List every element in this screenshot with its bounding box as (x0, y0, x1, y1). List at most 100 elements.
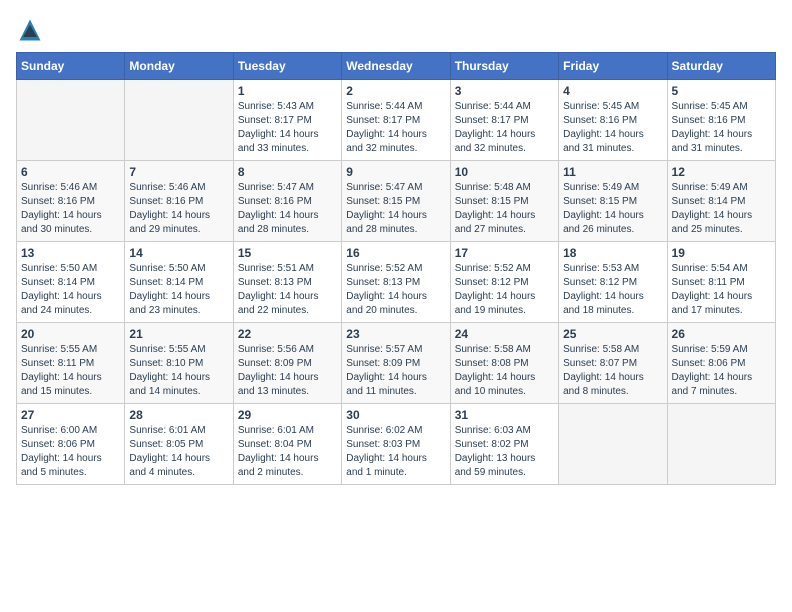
calendar-cell (667, 404, 775, 485)
day-number: 28 (129, 408, 228, 422)
calendar-cell: 27 Sunrise: 6:00 AMSunset: 8:06 PMDaylig… (17, 404, 125, 485)
weekday-header: Friday (559, 53, 667, 80)
day-info: Sunrise: 5:54 AMSunset: 8:11 PMDaylight:… (672, 262, 771, 318)
day-info: Sunrise: 5:50 AMSunset: 8:14 PMDaylight:… (129, 262, 228, 318)
day-number: 14 (129, 246, 228, 260)
day-number: 29 (238, 408, 337, 422)
day-number: 4 (563, 84, 662, 98)
calendar-cell: 6 Sunrise: 5:46 AMSunset: 8:16 PMDayligh… (17, 161, 125, 242)
day-number: 25 (563, 327, 662, 341)
day-info: Sunrise: 5:46 AMSunset: 8:16 PMDaylight:… (21, 181, 120, 237)
calendar-cell (125, 80, 233, 161)
day-info: Sunrise: 5:58 AMSunset: 8:07 PMDaylight:… (563, 343, 662, 399)
day-info: Sunrise: 5:47 AMSunset: 8:16 PMDaylight:… (238, 181, 337, 237)
day-info: Sunrise: 5:44 AMSunset: 8:17 PMDaylight:… (455, 100, 554, 156)
calendar-cell: 23 Sunrise: 5:57 AMSunset: 8:09 PMDaylig… (342, 323, 450, 404)
calendar-cell: 25 Sunrise: 5:58 AMSunset: 8:07 PMDaylig… (559, 323, 667, 404)
calendar-cell: 2 Sunrise: 5:44 AMSunset: 8:17 PMDayligh… (342, 80, 450, 161)
day-info: Sunrise: 5:57 AMSunset: 8:09 PMDaylight:… (346, 343, 445, 399)
calendar-cell: 30 Sunrise: 6:02 AMSunset: 8:03 PMDaylig… (342, 404, 450, 485)
day-number: 21 (129, 327, 228, 341)
calendar-week-row: 13 Sunrise: 5:50 AMSunset: 8:14 PMDaylig… (17, 242, 776, 323)
page-header (16, 16, 776, 44)
calendar-cell: 31 Sunrise: 6:03 AMSunset: 8:02 PMDaylig… (450, 404, 558, 485)
calendar-cell: 29 Sunrise: 6:01 AMSunset: 8:04 PMDaylig… (233, 404, 341, 485)
logo (16, 16, 48, 44)
day-info: Sunrise: 5:59 AMSunset: 8:06 PMDaylight:… (672, 343, 771, 399)
day-info: Sunrise: 5:45 AMSunset: 8:16 PMDaylight:… (672, 100, 771, 156)
calendar-cell: 18 Sunrise: 5:53 AMSunset: 8:12 PMDaylig… (559, 242, 667, 323)
day-info: Sunrise: 5:49 AMSunset: 8:15 PMDaylight:… (563, 181, 662, 237)
calendar-cell: 15 Sunrise: 5:51 AMSunset: 8:13 PMDaylig… (233, 242, 341, 323)
day-number: 24 (455, 327, 554, 341)
day-info: Sunrise: 5:43 AMSunset: 8:17 PMDaylight:… (238, 100, 337, 156)
day-info: Sunrise: 5:53 AMSunset: 8:12 PMDaylight:… (563, 262, 662, 318)
calendar-cell: 24 Sunrise: 5:58 AMSunset: 8:08 PMDaylig… (450, 323, 558, 404)
calendar-cell: 16 Sunrise: 5:52 AMSunset: 8:13 PMDaylig… (342, 242, 450, 323)
weekday-header-row: SundayMondayTuesdayWednesdayThursdayFrid… (17, 53, 776, 80)
calendar-cell: 26 Sunrise: 5:59 AMSunset: 8:06 PMDaylig… (667, 323, 775, 404)
calendar-cell: 1 Sunrise: 5:43 AMSunset: 8:17 PMDayligh… (233, 80, 341, 161)
day-number: 19 (672, 246, 771, 260)
day-info: Sunrise: 5:49 AMSunset: 8:14 PMDaylight:… (672, 181, 771, 237)
calendar-week-row: 20 Sunrise: 5:55 AMSunset: 8:11 PMDaylig… (17, 323, 776, 404)
day-info: Sunrise: 5:56 AMSunset: 8:09 PMDaylight:… (238, 343, 337, 399)
calendar-cell: 11 Sunrise: 5:49 AMSunset: 8:15 PMDaylig… (559, 161, 667, 242)
calendar-cell: 7 Sunrise: 5:46 AMSunset: 8:16 PMDayligh… (125, 161, 233, 242)
day-info: Sunrise: 5:45 AMSunset: 8:16 PMDaylight:… (563, 100, 662, 156)
day-info: Sunrise: 6:02 AMSunset: 8:03 PMDaylight:… (346, 424, 445, 480)
day-number: 31 (455, 408, 554, 422)
day-number: 18 (563, 246, 662, 260)
day-number: 26 (672, 327, 771, 341)
day-number: 30 (346, 408, 445, 422)
calendar-week-row: 1 Sunrise: 5:43 AMSunset: 8:17 PMDayligh… (17, 80, 776, 161)
calendar-cell: 20 Sunrise: 5:55 AMSunset: 8:11 PMDaylig… (17, 323, 125, 404)
calendar-week-row: 6 Sunrise: 5:46 AMSunset: 8:16 PMDayligh… (17, 161, 776, 242)
day-info: Sunrise: 6:00 AMSunset: 8:06 PMDaylight:… (21, 424, 120, 480)
calendar-cell: 22 Sunrise: 5:56 AMSunset: 8:09 PMDaylig… (233, 323, 341, 404)
day-number: 1 (238, 84, 337, 98)
calendar-cell: 21 Sunrise: 5:55 AMSunset: 8:10 PMDaylig… (125, 323, 233, 404)
day-number: 5 (672, 84, 771, 98)
day-info: Sunrise: 6:01 AMSunset: 8:05 PMDaylight:… (129, 424, 228, 480)
day-info: Sunrise: 5:50 AMSunset: 8:14 PMDaylight:… (21, 262, 120, 318)
calendar-cell: 17 Sunrise: 5:52 AMSunset: 8:12 PMDaylig… (450, 242, 558, 323)
calendar-week-row: 27 Sunrise: 6:00 AMSunset: 8:06 PMDaylig… (17, 404, 776, 485)
day-number: 3 (455, 84, 554, 98)
calendar-cell: 14 Sunrise: 5:50 AMSunset: 8:14 PMDaylig… (125, 242, 233, 323)
day-info: Sunrise: 5:55 AMSunset: 8:11 PMDaylight:… (21, 343, 120, 399)
calendar-cell: 13 Sunrise: 5:50 AMSunset: 8:14 PMDaylig… (17, 242, 125, 323)
day-number: 15 (238, 246, 337, 260)
calendar-cell: 10 Sunrise: 5:48 AMSunset: 8:15 PMDaylig… (450, 161, 558, 242)
calendar-cell: 19 Sunrise: 5:54 AMSunset: 8:11 PMDaylig… (667, 242, 775, 323)
day-info: Sunrise: 5:44 AMSunset: 8:17 PMDaylight:… (346, 100, 445, 156)
day-number: 17 (455, 246, 554, 260)
calendar-cell: 8 Sunrise: 5:47 AMSunset: 8:16 PMDayligh… (233, 161, 341, 242)
day-number: 9 (346, 165, 445, 179)
day-info: Sunrise: 5:47 AMSunset: 8:15 PMDaylight:… (346, 181, 445, 237)
day-info: Sunrise: 5:58 AMSunset: 8:08 PMDaylight:… (455, 343, 554, 399)
day-number: 8 (238, 165, 337, 179)
day-number: 22 (238, 327, 337, 341)
day-number: 20 (21, 327, 120, 341)
day-number: 2 (346, 84, 445, 98)
calendar-cell: 9 Sunrise: 5:47 AMSunset: 8:15 PMDayligh… (342, 161, 450, 242)
day-info: Sunrise: 5:51 AMSunset: 8:13 PMDaylight:… (238, 262, 337, 318)
day-info: Sunrise: 5:52 AMSunset: 8:13 PMDaylight:… (346, 262, 445, 318)
day-number: 16 (346, 246, 445, 260)
calendar-cell (559, 404, 667, 485)
calendar-cell: 4 Sunrise: 5:45 AMSunset: 8:16 PMDayligh… (559, 80, 667, 161)
calendar-cell: 5 Sunrise: 5:45 AMSunset: 8:16 PMDayligh… (667, 80, 775, 161)
calendar-table: SundayMondayTuesdayWednesdayThursdayFrid… (16, 52, 776, 485)
day-info: Sunrise: 6:03 AMSunset: 8:02 PMDaylight:… (455, 424, 554, 480)
weekday-header: Thursday (450, 53, 558, 80)
weekday-header: Tuesday (233, 53, 341, 80)
calendar-cell: 28 Sunrise: 6:01 AMSunset: 8:05 PMDaylig… (125, 404, 233, 485)
weekday-header: Sunday (17, 53, 125, 80)
calendar-cell (17, 80, 125, 161)
day-info: Sunrise: 5:52 AMSunset: 8:12 PMDaylight:… (455, 262, 554, 318)
day-number: 27 (21, 408, 120, 422)
day-number: 12 (672, 165, 771, 179)
day-number: 11 (563, 165, 662, 179)
logo-icon (16, 16, 44, 44)
